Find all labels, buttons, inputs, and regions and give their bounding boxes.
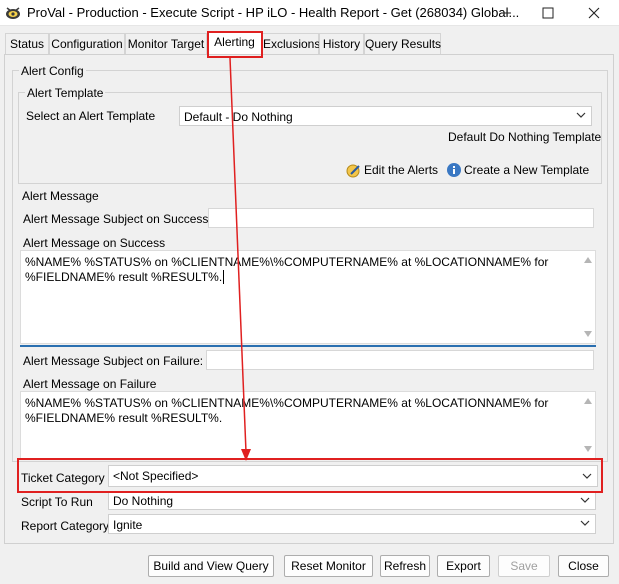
export-button[interactable]: Export <box>437 555 490 577</box>
alert-template-select[interactable]: Default - Do Nothing <box>179 106 592 126</box>
create-template-link[interactable]: Create a New Template <box>464 163 589 177</box>
script-to-run-select[interactable]: Do Nothing <box>108 491 596 510</box>
edit-alerts-link[interactable]: Edit the Alerts <box>364 163 438 177</box>
save-button[interactable]: Save <box>498 555 550 577</box>
failure-message-label: Alert Message on Failure <box>23 377 157 391</box>
scroll-up-arrow[interactable] <box>584 257 592 263</box>
maximize-icon <box>542 7 554 19</box>
subject-success-input[interactable] <box>208 208 594 228</box>
chevron-down-icon <box>580 520 590 526</box>
tab-status[interactable]: Status <box>5 33 49 54</box>
failure-message-body: %NAME% %STATUS% on %CLIENTNAME%\%COMPUTE… <box>25 396 549 425</box>
success-message-label: Alert Message on Success <box>23 236 166 250</box>
chevron-down-icon <box>580 497 590 503</box>
splitter[interactable] <box>20 345 596 347</box>
close-window-button[interactable] <box>571 0 617 26</box>
refresh-button[interactable]: Refresh <box>380 555 430 577</box>
build-view-query-button[interactable]: Build and View Query <box>148 555 274 577</box>
report-category-label: Report Category <box>21 519 110 533</box>
minimize-icon <box>501 12 511 14</box>
tab-exclusions[interactable]: Exclusions <box>262 33 320 54</box>
edit-alerts-icon[interactable] <box>346 162 362 178</box>
tab-query-results[interactable]: Query Results <box>364 33 441 54</box>
annotation-ticket-category-box <box>17 458 603 493</box>
tab-history[interactable]: History <box>319 33 364 54</box>
alert-template-value: Default - Do Nothing <box>184 110 293 124</box>
report-category-value: Ignite <box>113 518 143 532</box>
alert-config-label: Alert Config <box>19 64 86 78</box>
scroll-down-arrow[interactable] <box>584 446 592 452</box>
template-description: Default Do Nothing Template <box>448 130 602 144</box>
select-alert-template-label: Select an Alert Template <box>26 109 156 123</box>
info-icon[interactable] <box>446 162 462 178</box>
reset-monitor-button[interactable]: Reset Monitor <box>284 555 373 577</box>
tab-monitor-target[interactable]: Monitor Target <box>125 33 207 54</box>
app-icon <box>6 7 20 19</box>
subject-success-label: Alert Message Subject on Success: <box>23 212 212 226</box>
script-to-run-label: Script To Run <box>21 495 93 509</box>
scroll-up-arrow[interactable] <box>584 398 592 404</box>
failure-message-textarea[interactable]: %NAME% %STATUS% on %CLIENTNAME%\%COMPUTE… <box>20 391 596 459</box>
chevron-down-icon <box>576 112 586 118</box>
report-category-select[interactable]: Ignite <box>108 514 596 534</box>
success-message-textarea[interactable]: %NAME% %STATUS% on %CLIENTNAME%\%COMPUTE… <box>20 250 596 344</box>
success-message-body: %NAME% %STATUS% on %CLIENTNAME%\%COMPUTE… <box>25 255 549 284</box>
alert-template-label: Alert Template <box>25 86 106 100</box>
tab-configuration[interactable]: Configuration <box>49 33 125 54</box>
maximize-button[interactable] <box>525 0 571 26</box>
subject-failure-input[interactable] <box>206 350 594 370</box>
annotation-alerting-box <box>207 31 263 58</box>
window-title: ProVal - Production - Execute Script - H… <box>27 5 520 20</box>
minimize-button[interactable] <box>483 0 529 26</box>
close-button[interactable]: Close <box>558 555 609 577</box>
close-icon <box>588 7 600 19</box>
text-cursor <box>223 270 225 284</box>
alert-message-label: Alert Message <box>22 189 99 203</box>
script-to-run-value: Do Nothing <box>113 494 174 508</box>
scroll-down-arrow[interactable] <box>584 331 592 337</box>
subject-failure-label: Alert Message Subject on Failure: <box>23 354 204 368</box>
